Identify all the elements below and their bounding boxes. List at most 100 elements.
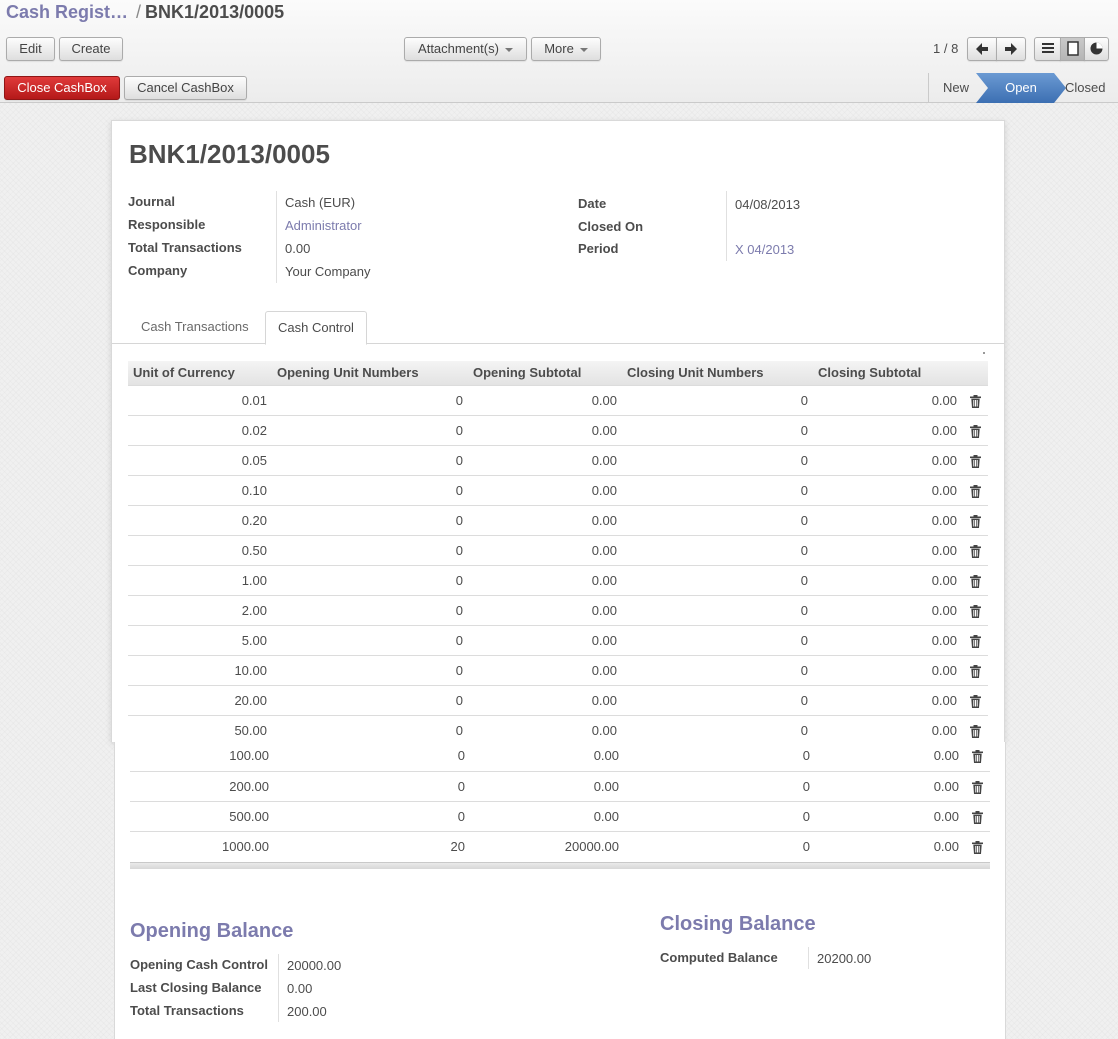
cell-unit-of-currency[interactable]: 0.50 xyxy=(128,534,272,565)
cell-closing-unit-numbers[interactable]: 0 xyxy=(622,564,813,595)
table-row[interactable]: 100.00 0 0.00 0 0.00 xyxy=(130,741,990,771)
cell-opening-unit-numbers[interactable]: 0 xyxy=(272,534,468,565)
table-row[interactable]: 0.02 0 0.00 0 0.00 xyxy=(128,414,988,445)
cell-opening-unit-numbers[interactable]: 0 xyxy=(272,504,468,535)
cell-closing-subtotal[interactable]: 0.00 xyxy=(815,830,964,861)
table-row[interactable]: 20.00 0 0.00 0 0.00 xyxy=(128,684,988,715)
list-view-button[interactable] xyxy=(1034,37,1061,61)
cell-closing-unit-numbers[interactable]: 0 xyxy=(622,474,813,505)
table-row[interactable]: 500.00 0 0.00 0 0.00 xyxy=(130,800,990,831)
cell-closing-subtotal[interactable]: 0.00 xyxy=(813,564,962,595)
breadcrumb-parent-link[interactable]: Cash Regist… xyxy=(6,2,128,22)
close-cashbox-button[interactable]: Close CashBox xyxy=(4,76,120,100)
delete-row-button[interactable] xyxy=(964,741,990,771)
cell-closing-subtotal[interactable]: 0.00 xyxy=(813,444,962,475)
cell-closing-unit-numbers[interactable]: 0 xyxy=(622,504,813,535)
column-header-opening-subtotal[interactable]: Opening Subtotal xyxy=(468,361,622,385)
period-link[interactable]: X 04/2013 xyxy=(735,242,794,257)
cell-opening-subtotal[interactable]: 0.00 xyxy=(468,564,622,595)
table-row[interactable]: 0.50 0 0.00 0 0.00 xyxy=(128,534,988,565)
cell-closing-subtotal[interactable]: 0.00 xyxy=(813,684,962,715)
attachments-dropdown[interactable]: Attachment(s) xyxy=(404,37,527,61)
form-view-button[interactable] xyxy=(1060,37,1085,61)
delete-row-button[interactable] xyxy=(962,564,988,595)
cell-opening-unit-numbers[interactable]: 0 xyxy=(272,654,468,685)
cell-closing-subtotal[interactable]: 0.00 xyxy=(815,770,964,801)
delete-row-button[interactable] xyxy=(962,534,988,565)
cell-opening-subtotal[interactable]: 20000.00 xyxy=(470,830,624,861)
cell-opening-unit-numbers[interactable]: 0 xyxy=(274,741,470,771)
cell-unit-of-currency[interactable]: 0.05 xyxy=(128,444,272,475)
cell-unit-of-currency[interactable]: 2.00 xyxy=(128,594,272,625)
cell-opening-unit-numbers[interactable]: 0 xyxy=(272,474,468,505)
tab-cash-transactions[interactable]: Cash Transactions xyxy=(129,311,261,344)
delete-row-button[interactable] xyxy=(962,474,988,505)
cell-unit-of-currency[interactable]: 0.01 xyxy=(128,384,272,415)
delete-row-button[interactable] xyxy=(962,684,988,715)
cell-opening-unit-numbers[interactable]: 0 xyxy=(274,800,470,831)
column-header-closing-unit-numbers[interactable]: Closing Unit Numbers xyxy=(622,361,813,385)
cell-unit-of-currency[interactable]: 20.00 xyxy=(128,684,272,715)
cell-opening-subtotal[interactable]: 0.00 xyxy=(468,444,622,475)
cell-unit-of-currency[interactable]: 500.00 xyxy=(130,800,274,831)
cell-opening-unit-numbers[interactable]: 0 xyxy=(272,384,468,415)
cancel-cashbox-button[interactable]: Cancel CashBox xyxy=(124,76,247,100)
cell-opening-unit-numbers[interactable]: 0 xyxy=(272,624,468,655)
cell-opening-unit-numbers[interactable]: 0 xyxy=(272,564,468,595)
cell-unit-of-currency[interactable]: 200.00 xyxy=(130,770,274,801)
cell-opening-unit-numbers[interactable]: 20 xyxy=(274,830,470,861)
cell-closing-subtotal[interactable]: 0.00 xyxy=(813,384,962,415)
cell-opening-unit-numbers[interactable]: 0 xyxy=(272,444,468,475)
table-row[interactable]: 2.00 0 0.00 0 0.00 xyxy=(128,594,988,625)
delete-row-button[interactable] xyxy=(964,800,990,831)
delete-row-button[interactable] xyxy=(962,594,988,625)
cell-closing-subtotal[interactable]: 0.00 xyxy=(813,594,962,625)
delete-row-button[interactable] xyxy=(962,654,988,685)
delete-row-button[interactable] xyxy=(962,444,988,475)
table-row[interactable]: 0.01 0 0.00 0 0.00 xyxy=(128,384,988,415)
cell-opening-subtotal[interactable]: 0.00 xyxy=(468,504,622,535)
delete-row-button[interactable] xyxy=(964,830,990,861)
more-dropdown[interactable]: More xyxy=(531,37,601,61)
cell-closing-subtotal[interactable]: 0.00 xyxy=(813,474,962,505)
cell-opening-unit-numbers[interactable]: 0 xyxy=(274,770,470,801)
cell-unit-of-currency[interactable]: 0.02 xyxy=(128,414,272,445)
cell-closing-subtotal[interactable]: 0.00 xyxy=(813,414,962,445)
cell-closing-unit-numbers[interactable]: 0 xyxy=(622,624,813,655)
cell-opening-subtotal[interactable]: 0.00 xyxy=(468,684,622,715)
cell-unit-of-currency[interactable]: 0.10 xyxy=(128,474,272,505)
table-row[interactable]: 0.20 0 0.00 0 0.00 xyxy=(128,504,988,535)
delete-row-button[interactable] xyxy=(962,624,988,655)
cell-opening-subtotal[interactable]: 0.00 xyxy=(468,534,622,565)
pager-next-button[interactable] xyxy=(996,37,1026,61)
cell-closing-subtotal[interactable]: 0.00 xyxy=(815,800,964,831)
table-row[interactable]: 1.00 0 0.00 0 0.00 xyxy=(128,564,988,595)
cell-unit-of-currency[interactable]: 0.20 xyxy=(128,504,272,535)
cell-closing-unit-numbers[interactable]: 0 xyxy=(624,830,815,861)
cell-opening-unit-numbers[interactable]: 0 xyxy=(272,414,468,445)
cell-closing-subtotal[interactable]: 0.00 xyxy=(813,624,962,655)
cell-closing-subtotal[interactable]: 0.00 xyxy=(813,504,962,535)
delete-row-button[interactable] xyxy=(964,770,990,801)
cell-closing-unit-numbers[interactable]: 0 xyxy=(622,684,813,715)
status-open[interactable]: Open xyxy=(976,73,1066,103)
cell-closing-unit-numbers[interactable]: 0 xyxy=(622,594,813,625)
table-row[interactable]: 10.00 0 0.00 0 0.00 xyxy=(128,654,988,685)
delete-row-button[interactable] xyxy=(962,504,988,535)
cell-opening-subtotal[interactable]: 0.00 xyxy=(468,384,622,415)
cell-closing-subtotal[interactable]: 0.00 xyxy=(813,534,962,565)
cell-opening-unit-numbers[interactable]: 0 xyxy=(272,594,468,625)
delete-row-button[interactable] xyxy=(962,414,988,445)
cell-opening-subtotal[interactable]: 0.00 xyxy=(470,741,624,771)
cell-opening-subtotal[interactable]: 0.00 xyxy=(468,474,622,505)
cell-unit-of-currency[interactable]: 1.00 xyxy=(128,564,272,595)
pager-counter[interactable]: 1 / 8 xyxy=(933,41,958,56)
column-header-opening-unit-numbers[interactable]: Opening Unit Numbers xyxy=(272,361,468,385)
table-row[interactable]: 5.00 0 0.00 0 0.00 xyxy=(128,624,988,655)
cell-closing-unit-numbers[interactable]: 0 xyxy=(622,384,813,415)
status-closed[interactable]: Closed xyxy=(1065,73,1105,103)
cell-opening-unit-numbers[interactable]: 0 xyxy=(272,684,468,715)
cell-closing-unit-numbers[interactable]: 0 xyxy=(622,534,813,565)
cell-closing-unit-numbers[interactable]: 0 xyxy=(622,654,813,685)
cell-opening-subtotal[interactable]: 0.00 xyxy=(468,414,622,445)
